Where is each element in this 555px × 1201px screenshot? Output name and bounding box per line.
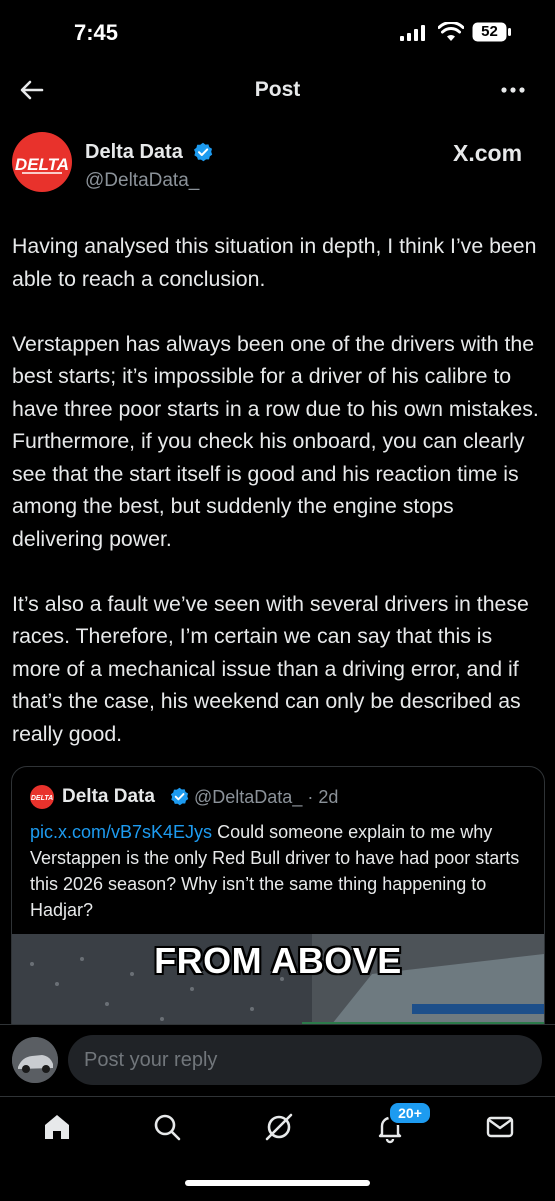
home-icon[interactable] bbox=[37, 1107, 77, 1147]
quote-logo-text: DELTA bbox=[31, 795, 53, 802]
cellular-signal-icon bbox=[400, 25, 425, 41]
verified-icon bbox=[194, 142, 213, 162]
wifi-icon bbox=[438, 22, 464, 41]
source-label: X.com bbox=[453, 140, 523, 166]
battery-icon: 52 bbox=[472, 22, 512, 42]
more-icon[interactable] bbox=[498, 80, 528, 100]
post-paragraph: Verstappen has always been one of the dr… bbox=[12, 331, 539, 551]
status-time: 7:45 bbox=[74, 20, 119, 45]
quoted-post[interactable]: DELTA Delta Data @DeltaData_ · 2d pic.x.… bbox=[11, 766, 545, 1048]
quote-avatar: DELTA bbox=[30, 785, 54, 809]
quote-media-link[interactable]: pic.x.com/vB7sK4EJys bbox=[30, 822, 212, 842]
post-paragraph: It’s also a fault we’ve seen with severa… bbox=[12, 591, 529, 746]
home-indicator bbox=[185, 1180, 370, 1186]
search-icon[interactable] bbox=[147, 1107, 187, 1147]
user-avatar[interactable] bbox=[12, 1037, 58, 1083]
mail-icon[interactable] bbox=[480, 1107, 520, 1147]
quote-handle-time: @DeltaData_ · 2d bbox=[194, 787, 339, 807]
post-paragraph: Having analysed this situation in depth,… bbox=[12, 234, 537, 291]
grok-icon[interactable] bbox=[259, 1107, 299, 1147]
tab-bar: 20+ bbox=[0, 1096, 555, 1201]
reply-bar bbox=[0, 1024, 555, 1097]
quote-author-name: Delta Data bbox=[62, 786, 155, 807]
battery-level: 52 bbox=[481, 23, 498, 40]
author-name[interactable]: Delta Data bbox=[85, 141, 183, 164]
media-caption: FROM ABOVE bbox=[154, 940, 402, 981]
page-title: Post bbox=[254, 78, 301, 101]
quote-text: pic.x.com/vB7sK4EJys Could someone expla… bbox=[30, 819, 530, 923]
logo-text: DELTA bbox=[15, 155, 69, 174]
post-body: Having analysed this situation in depth,… bbox=[12, 230, 544, 783]
reply-input[interactable] bbox=[68, 1035, 542, 1085]
notifications-badge: 20+ bbox=[388, 1101, 432, 1125]
verified-icon bbox=[170, 787, 189, 806]
author-handle[interactable]: @DeltaData_ bbox=[85, 170, 199, 192]
author-avatar[interactable]: DELTA bbox=[12, 132, 72, 192]
